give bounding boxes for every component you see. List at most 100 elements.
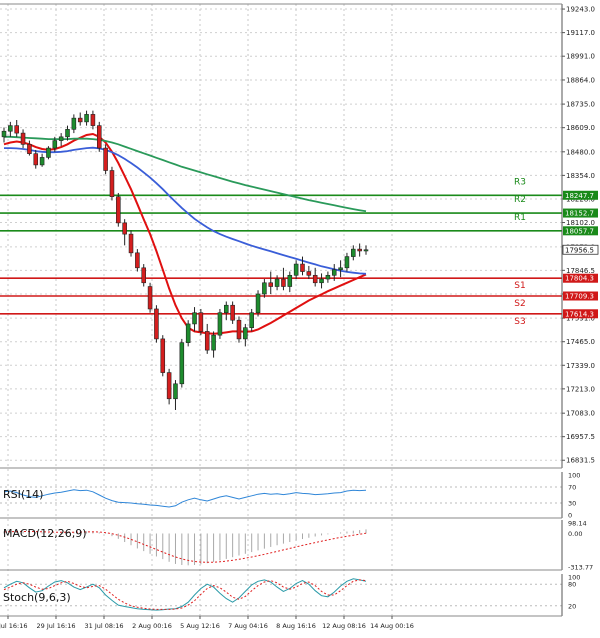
candle-body [192,312,197,325]
price-tick-label: 18864.0 [566,76,595,84]
candle [160,335,166,377]
price-tick-label: 17465.0 [566,338,595,346]
candle-body [344,256,350,269]
candle-body [109,170,115,198]
candle-body [306,271,312,276]
time-tick-label: 7 Aug 04:16 [228,622,268,630]
chart-background [0,0,600,634]
candle-body [268,282,274,287]
candle [109,166,115,201]
candle [128,230,134,257]
candle-body [33,153,39,166]
candle [147,282,153,313]
level-price-label: 17804.3 [565,275,594,283]
candle-body [300,263,305,272]
candle-body [46,147,51,158]
candle-body [58,136,64,141]
candle-body [128,233,134,254]
level-price-label: 18057.7 [565,227,594,235]
level-name-label: R1 [514,213,526,223]
level-price-label: 18247.7 [565,192,594,200]
time-tick-label: 5 Aug 12:16 [180,622,220,630]
candle-body [147,286,153,310]
candle-body [71,117,77,130]
candle-body [198,312,204,332]
candle-body [224,304,229,314]
time-tick-label: 8 Aug 16:16 [276,622,316,630]
candle [103,144,108,175]
candle [154,305,159,343]
candle [217,308,223,339]
rsi-name-label: RSI(14) [3,488,43,501]
candle-body [27,144,32,154]
rsi-tick-label: 70 [568,484,576,492]
rsi-tick-label: 30 [568,500,576,508]
candle-body [135,252,140,269]
candle-body [331,269,337,276]
price-tick-label: 18735.0 [566,101,595,109]
chart-root: R3 R2 R1 S1 S2 S3 RSI(14) MACD(12,26,9) Stoch(9… [0,0,600,634]
candle-body [243,327,248,340]
candle-body [274,278,280,287]
stoch-name-label: Stoch(9,6,3) [3,591,71,604]
candle-body [211,334,216,351]
candle-body [325,274,331,280]
candle [236,316,242,343]
candle-body [14,125,19,134]
stoch-tick-label: 80 [568,581,576,589]
macd-tick-label: 98.14 [568,520,587,528]
candle [185,320,191,347]
candle-body [293,263,299,276]
candle-body [166,372,172,400]
candle-body [20,132,26,145]
price-tick-label: 19243.0 [566,6,595,14]
candle [116,192,121,227]
level-name-label: R3 [514,177,526,187]
candle [255,290,261,317]
candle-body [262,282,267,295]
level-price-label: 18152.7 [565,210,594,218]
candle [198,308,204,336]
candle-body [160,338,166,373]
time-tick-label: 29 Jul 16:16 [37,622,76,630]
price-tick-label: 18480.0 [566,148,595,156]
candle-body [122,222,127,235]
candle-body [65,129,70,138]
price-tick-label: 16957.5 [566,433,595,441]
candle-body [363,249,369,252]
macd-name-label: MACD(12,26,9) [3,527,87,540]
candle-body [287,274,293,287]
level-name-label: S1 [514,281,525,291]
current-price-label: 17956.5 [565,246,594,254]
time-tick-label: 14 Aug 00:16 [370,622,414,630]
candle-body [96,125,102,149]
level-name-label: R2 [514,195,526,205]
candle-body [179,342,185,385]
price-tick-label: 18609.0 [566,124,595,132]
candle-body [312,274,318,284]
candle-body [185,323,191,343]
candle-body [351,248,356,257]
labels-layer: 18247.7 18152.7 18057.7 17804.3 17709.3 17614… [562,190,599,319]
chart-svg: R3 R2 R1 S1 S2 S3 RSI(14) MACD(12,26,9) Stoch(9… [0,0,600,634]
price-tick-label: 16831.5 [566,457,595,465]
candle-body [103,147,108,171]
candle-body [236,319,242,340]
candle-body [357,248,362,252]
stoch-tick-label: 20 [568,602,576,610]
price-tick-label: 17846.5 [566,267,595,275]
candle-body [204,331,210,351]
candle-body [90,114,96,126]
candle [96,121,102,152]
candle-body [230,304,235,321]
level-price-label: 17709.3 [565,293,594,301]
candle-body [281,278,286,287]
candle-body [8,125,13,132]
time-tick-label: 2 Aug 00:16 [132,622,172,630]
candle-body [338,267,343,270]
level-name-label: S3 [514,317,525,327]
candle-body [319,278,324,284]
candle-body [141,267,146,284]
candle-body [255,293,261,314]
candle [46,146,51,160]
